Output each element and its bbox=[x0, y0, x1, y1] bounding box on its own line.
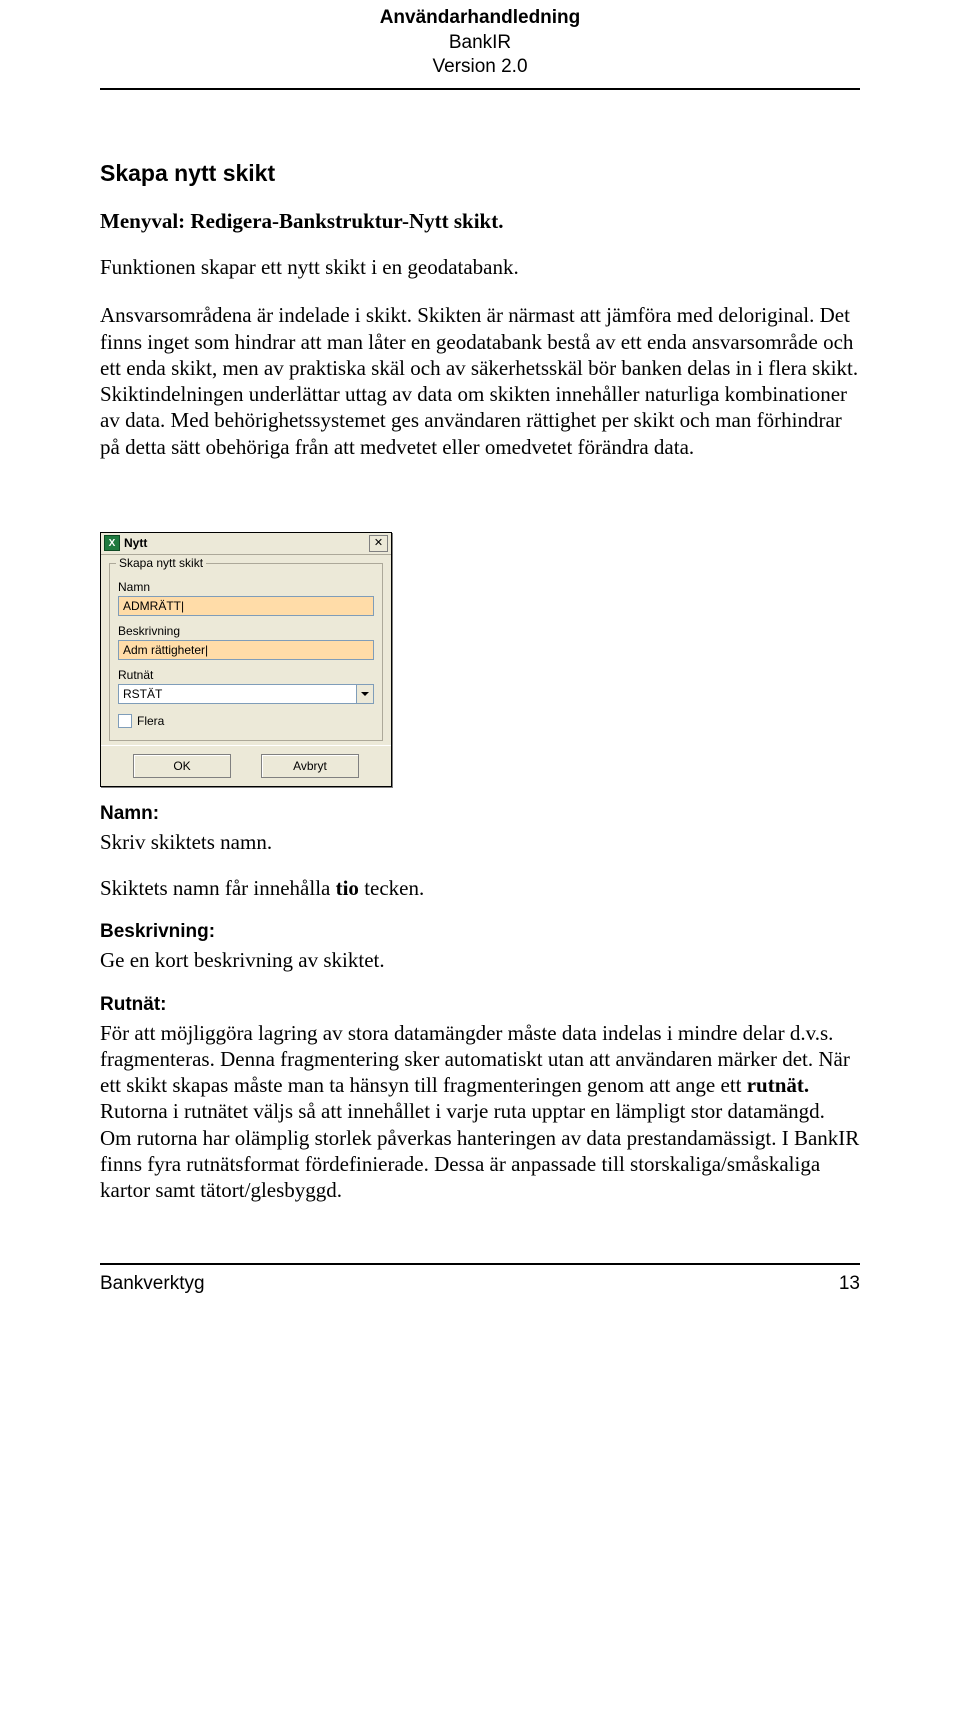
dialog-button-row: OK Avbryt bbox=[101, 745, 391, 786]
header-divider bbox=[100, 88, 860, 90]
label-beskrivning: Beskrivning bbox=[118, 624, 374, 638]
doc-subtitle-1: BankIR bbox=[100, 31, 860, 56]
rutnat-desc-pre: För att möjliggöra lagring av stora data… bbox=[100, 1021, 850, 1098]
combo-rutnat-button[interactable] bbox=[356, 684, 374, 704]
doc-subtitle-2: Version 2.0 bbox=[100, 55, 860, 80]
nytt-dialog: X Nytt ✕ Skapa nytt skikt Namn Beskrivni… bbox=[100, 532, 392, 787]
input-beskrivning[interactable] bbox=[118, 640, 374, 660]
main-paragraph: Ansvarsområdena är indelade i skikt. Ski… bbox=[100, 302, 860, 460]
checkbox-row-flera[interactable]: Flera bbox=[118, 714, 374, 728]
label-rutnat: Rutnät bbox=[118, 668, 374, 682]
cancel-button[interactable]: Avbryt bbox=[261, 754, 359, 778]
field-desc-namn-2: Skiktets namn får innehålla tio tecken. bbox=[100, 875, 860, 901]
document-header: Användarhandledning BankIR Version 2.0 bbox=[100, 0, 860, 88]
dialog-titlebar: X Nytt ✕ bbox=[101, 533, 391, 555]
input-namn[interactable] bbox=[118, 596, 374, 616]
chevron-down-icon bbox=[361, 692, 369, 696]
combo-rutnat-input[interactable] bbox=[118, 684, 356, 704]
app-icon: X bbox=[104, 535, 120, 551]
namn-desc2-post: tecken. bbox=[359, 876, 424, 900]
footer-divider bbox=[100, 1263, 860, 1265]
namn-desc2-pre: Skiktets namn får innehålla bbox=[100, 876, 336, 900]
field-label-rutnat: Rutnät: bbox=[100, 994, 860, 1016]
rutnat-desc-post: Rutorna i rutnätet väljs så att innehåll… bbox=[100, 1099, 859, 1202]
field-label-beskrivning: Beskrivning: bbox=[100, 921, 860, 943]
namn-desc2-bold: tio bbox=[336, 876, 359, 900]
footer-page-number: 13 bbox=[839, 1273, 860, 1295]
dialog-title: Nytt bbox=[124, 536, 369, 550]
field-desc-rutnat: För att möjliggöra lagring av stora data… bbox=[100, 1020, 860, 1204]
field-label-namn: Namn: bbox=[100, 803, 860, 825]
footer-left: Bankverktyg bbox=[100, 1273, 205, 1295]
rutnat-desc-bold: rutnät. bbox=[747, 1073, 809, 1097]
checkbox-flera[interactable] bbox=[118, 714, 132, 728]
doc-title: Användarhandledning bbox=[100, 6, 860, 31]
footer: Bankverktyg 13 bbox=[100, 1273, 860, 1305]
close-button[interactable]: ✕ bbox=[369, 535, 388, 552]
close-icon: ✕ bbox=[374, 538, 383, 549]
ok-button[interactable]: OK bbox=[133, 754, 231, 778]
section-title: Skapa nytt skikt bbox=[100, 160, 860, 187]
field-desc-beskrivning: Ge en kort beskrivning av skiktet. bbox=[100, 947, 860, 973]
menyval-line: Menyval: Redigera-Bankstruktur-Nytt skik… bbox=[100, 209, 860, 234]
label-namn: Namn bbox=[118, 580, 374, 594]
field-desc-namn-1: Skriv skiktets namn. bbox=[100, 829, 860, 855]
groupbox-skapa-nytt-skikt: Skapa nytt skikt Namn Beskrivning Rutnät… bbox=[109, 563, 383, 741]
checkbox-flera-label: Flera bbox=[137, 714, 164, 728]
intro-paragraph: Funktionen skapar ett nytt skikt i en ge… bbox=[100, 254, 860, 280]
combo-rutnat[interactable] bbox=[118, 684, 374, 704]
groupbox-legend: Skapa nytt skikt bbox=[116, 556, 206, 570]
